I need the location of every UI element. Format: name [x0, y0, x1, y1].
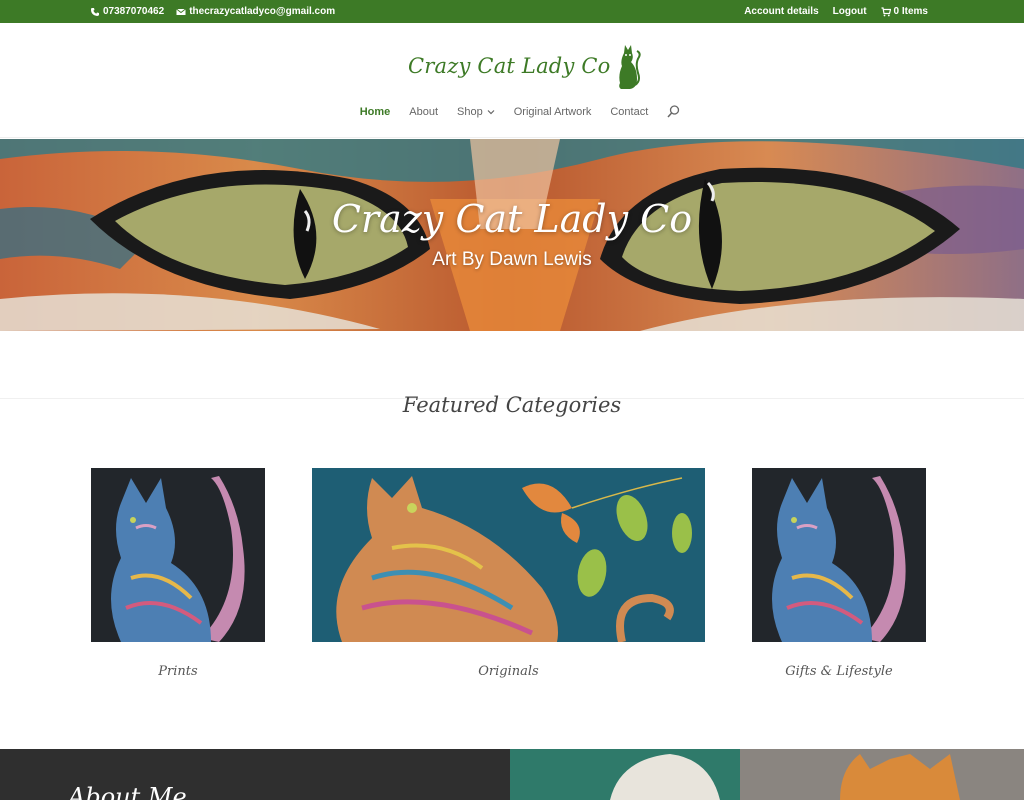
nav-original-artwork[interactable]: Original Artwork	[514, 106, 592, 118]
category-originals[interactable]: Originals	[312, 468, 705, 688]
site-logo[interactable]: Crazy Cat Lady Co	[408, 37, 641, 95]
phone-number: 07387070462	[103, 6, 165, 17]
top-bar: 07387070462 thecrazycatladyco@gmail.com …	[0, 0, 1024, 23]
phone-icon	[91, 7, 99, 16]
search-icon	[667, 105, 680, 118]
cat-butterfly-painting	[312, 468, 705, 642]
tabby-cat-painting	[752, 468, 926, 642]
cart-count: 0 Items	[893, 6, 928, 17]
cat-silhouette-icon	[618, 45, 641, 89]
chevron-down-icon	[487, 109, 495, 114]
category-gifts-lifestyle[interactable]: Gifts & Lifestyle	[752, 468, 926, 688]
main-nav: Home About Shop Original Artwork Contact	[0, 105, 1024, 118]
category-originals-image[interactable]	[312, 468, 705, 642]
envelope-icon	[176, 8, 186, 15]
nav-contact-label: Contact	[610, 105, 649, 118]
phone-link[interactable]: 07387070462	[90, 6, 164, 17]
hero-banner: Crazy Cat Lady Co Art By Dawn Lewis	[0, 139, 1024, 331]
cat-photo	[510, 749, 1024, 800]
about-section: About Me	[0, 749, 1024, 800]
category-originals-label: Originals	[478, 664, 539, 679]
nav-about[interactable]: About	[409, 106, 438, 118]
cart-icon	[881, 6, 891, 16]
hero-subtitle: Art By Dawn Lewis	[432, 249, 592, 270]
nav-original-artwork-label: Original Artwork	[513, 105, 592, 118]
nav-shop[interactable]: Shop	[457, 106, 495, 118]
nav-shop-label: Shop	[457, 105, 483, 118]
nav-about-label: About	[409, 105, 439, 118]
email-link[interactable]: thecrazycatladyco@gmail.com	[176, 6, 335, 17]
nav-home[interactable]: Home	[360, 106, 391, 118]
about-title: About Me	[68, 783, 187, 800]
nav-home-label: Home	[359, 105, 391, 118]
tabby-cat-painting	[91, 468, 265, 642]
logout-label: Logout	[832, 6, 867, 17]
email-address: thecrazycatladyco@gmail.com	[189, 6, 336, 17]
category-prints-image[interactable]	[91, 468, 265, 642]
logout-link[interactable]: Logout	[833, 6, 867, 17]
search-button[interactable]	[667, 105, 680, 118]
site-header: Crazy Cat Lady Co Home About Shop Origin…	[0, 23, 1024, 138]
category-gifts-lifestyle-label: Gifts & Lifestyle	[785, 664, 893, 679]
category-gifts-lifestyle-image[interactable]	[752, 468, 926, 642]
hero-title: Crazy Cat Lady Co	[331, 197, 693, 241]
category-prints-label: Prints	[158, 664, 198, 679]
featured-heading: Featured Categories	[402, 393, 622, 417]
account-details-link[interactable]: Account details	[744, 6, 818, 17]
nav-contact[interactable]: Contact	[610, 106, 648, 118]
category-prints[interactable]: Prints	[91, 468, 265, 688]
cart-link[interactable]: 0 Items	[881, 6, 928, 17]
account-details-label: Account details	[744, 6, 819, 17]
logo-text: Crazy Cat Lady Co	[408, 54, 611, 78]
